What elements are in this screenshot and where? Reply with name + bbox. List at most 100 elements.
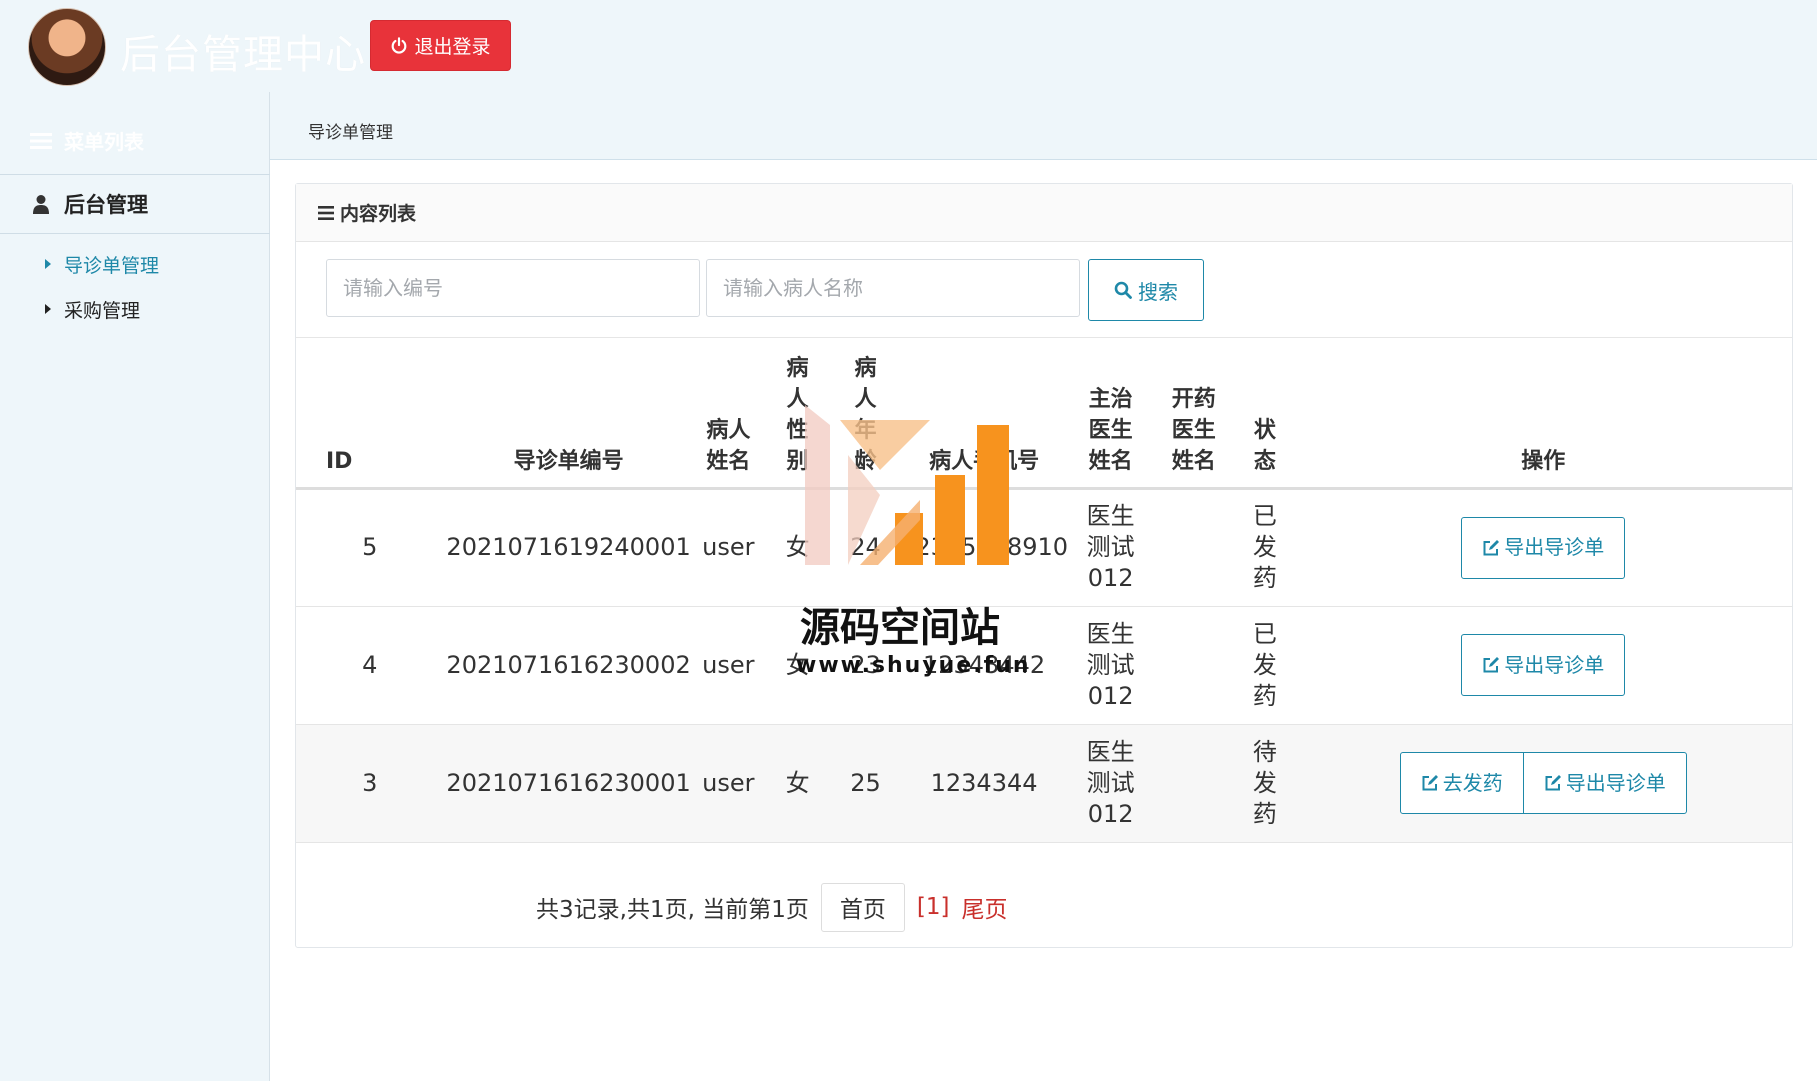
export-guide-label: 导出导诊单 [1504,652,1605,677]
th-label: 病人性别 [786,355,809,474]
th-patient-gender: 病人性别 [763,337,832,490]
table-row: 4 2021071616230002 user 女 23 12343442 医生… [296,606,1792,725]
app-header: 后台管理中心 退出登录 [0,0,1817,92]
sidebar: 菜单列表 后台管理 导诊单管理 采购管理 [0,92,270,1081]
caret-right-icon [45,304,51,314]
cell-phone: 1234344 [899,724,1070,843]
user-icon [33,195,49,214]
search-button-label: 搜索 [1138,279,1178,304]
edit-icon [1545,775,1561,791]
cell-id: 3 [296,724,444,843]
dispense-button[interactable]: 去发药 [1399,752,1524,814]
doctor-name: 医生测试012 [1086,619,1135,710]
search-icon [1114,281,1132,299]
export-guide-button[interactable]: 导出导诊单 [1461,634,1626,696]
export-guide-label: 导出导诊单 [1504,535,1605,559]
panel-heading: 内容列表 [296,184,1792,242]
logout-button[interactable]: 退出登录 [370,20,511,71]
cell-age: 24 [832,488,900,607]
th-label: 导诊单编号 [513,448,624,474]
action-button-group: 去发药 导出导诊单 [1399,752,1687,814]
search-bar: 搜索 [326,259,1766,321]
export-guide-label: 导出导诊单 [1565,770,1666,795]
th-label: ID [326,448,353,474]
th-label: 开药医生姓名 [1171,386,1216,474]
sidebar-item-label: 导诊单管理 [64,254,160,277]
doctor-name: 医生测试012 [1086,502,1135,592]
th-doctor: 主治医生姓名 [1069,337,1153,490]
power-icon [392,36,407,54]
cell-status: 已发药 [1235,606,1295,725]
cell-status: 已发药 [1235,488,1295,607]
menu-icon [30,132,52,149]
cell-doctor: 医生测试012 [1069,606,1153,725]
breadcrumb: 导诊单管理 [308,123,393,143]
cell-prescriber [1152,606,1236,725]
cell-code: 2021071616230002 [443,606,694,725]
edit-icon [1422,775,1438,791]
cell-prescriber [1152,488,1236,607]
status-text: 待发药 [1252,737,1277,828]
export-guide-button[interactable]: 导出导诊单 [1522,752,1687,814]
first-page-button[interactable]: 首页 [820,882,905,932]
status-text: 已发药 [1252,619,1277,710]
cell-gender: 女 [763,606,832,725]
avatar [28,8,106,86]
edit-icon [1483,539,1500,555]
search-button[interactable]: 搜索 [1088,259,1204,321]
th-label: 病人年龄 [854,355,877,474]
dispense-label: 去发药 [1442,770,1503,795]
caret-right-icon [45,259,51,269]
doctor-name: 医生测试012 [1086,737,1135,828]
app-title: 后台管理中心 [120,32,366,78]
sidebar-group-label: 后台管理 [64,193,148,217]
cell-actions: 导出导诊单 [1294,606,1792,725]
cell-gender: 女 [763,488,832,607]
th-label: 操作 [1521,448,1566,474]
export-guide-button[interactable]: 导出导诊单 [1461,516,1626,579]
list-icon [318,205,334,220]
last-page-link[interactable]: 尾页 [961,890,1007,924]
table-row: 5 2021071619240001 user 女 24 12345678910… [296,488,1792,607]
th-patient-name: 病人姓名 [693,337,764,490]
cell-code: 2021071616230001 [443,724,694,843]
cell-actions: 导出导诊单 [1294,488,1792,607]
th-label: 病人手机号 [929,448,1040,474]
panel-heading-label: 内容列表 [340,203,417,225]
current-page-link[interactable]: [1] [917,894,950,920]
th-label: 主治医生姓名 [1088,386,1133,474]
sidebar-title: 菜单列表 [30,126,144,155]
edit-icon [1483,657,1500,673]
th-label: 病人姓名 [706,417,751,474]
th-label: 状态 [1253,417,1276,474]
patient-name-search-input[interactable] [706,259,1080,317]
cell-age: 23 [832,606,900,725]
cell-name: user [693,488,764,607]
sidebar-group-admin[interactable]: 后台管理 [0,174,270,234]
th-patient-age: 病人年龄 [832,337,900,490]
status-text: 已发药 [1252,502,1277,592]
th-code: 导诊单编号 [443,337,694,490]
cell-actions: 去发药 导出导诊单 [1294,724,1792,843]
sidebar-item-purchase[interactable]: 采购管理 [44,294,140,324]
cell-gender: 女 [763,724,832,843]
cell-age: 25 [832,724,900,843]
table-row: 3 2021071616230001 user 女 25 1234344 医生测… [296,724,1792,843]
cell-doctor: 医生测试012 [1069,488,1153,607]
guide-order-table: ID 导诊单编号 病人姓名 病人性别 病人年龄 病人手机号 主治医生姓名 开药医… [296,337,1792,843]
cell-code: 2021071619240001 [443,488,694,607]
sidebar-item-guide-orders[interactable]: 导诊单管理 [44,249,159,279]
cell-name: user [693,724,764,843]
breadcrumb-bar: 导诊单管理 [270,92,1817,160]
th-id: ID [296,337,444,490]
cell-id: 5 [296,488,444,607]
sidebar-title-label: 菜单列表 [64,130,144,154]
cell-doctor: 医生测试012 [1069,724,1153,843]
table-header-row: ID 导诊单编号 病人姓名 病人性别 病人年龄 病人手机号 主治医生姓名 开药医… [296,337,1792,490]
code-search-input[interactable] [326,259,700,317]
cell-prescriber [1152,724,1236,843]
pagination-summary: 共3记录,共1页, 当前第1页 [536,897,809,923]
th-prescriber: 开药医生姓名 [1152,337,1236,490]
th-status: 状态 [1235,337,1295,490]
cell-phone: 12345678910 [899,488,1070,607]
